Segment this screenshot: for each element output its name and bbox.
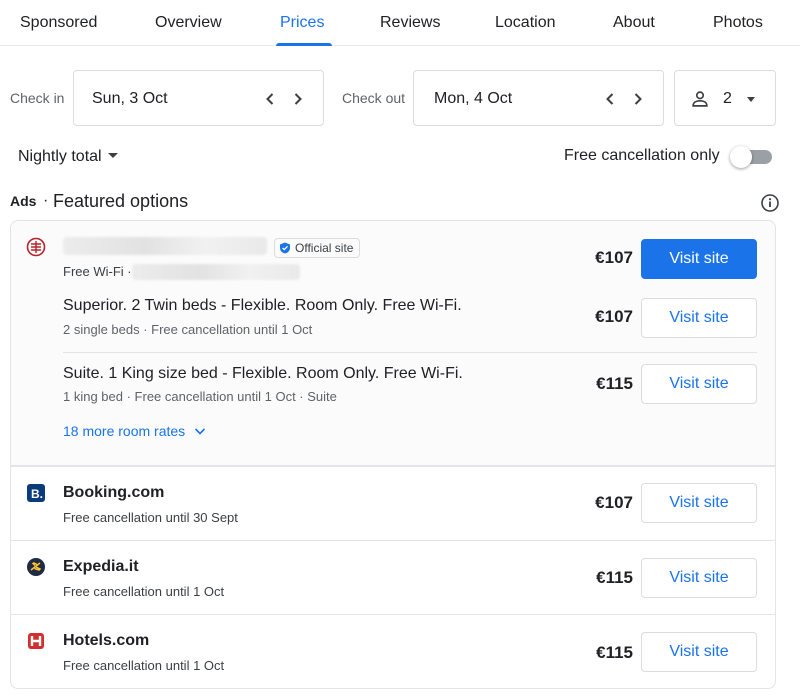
wifi-label: Free Wi-Fi · (63, 264, 132, 279)
tab-reviews[interactable]: Reviews (380, 14, 440, 32)
tab-location[interactable]: Location (495, 14, 556, 32)
provider-price: €115 (596, 568, 633, 587)
room-price: €107 (595, 307, 633, 326)
more-room-rates-label: 18 more room rates (63, 423, 186, 439)
provider-price: €107 (595, 493, 633, 512)
provider-name: Hotels.com (63, 632, 150, 649)
guest-count: 2 (723, 90, 732, 107)
room-title: Suite. 1 King size bed - Flexible. Room … (63, 365, 463, 382)
toggle-knob (730, 146, 752, 168)
hotel-brand-logo-icon (26, 237, 46, 257)
provider-price: €115 (596, 643, 633, 662)
expedia-logo-icon (27, 558, 45, 576)
visit-site-button[interactable]: Visit site (641, 364, 757, 404)
amenities-redacted (132, 264, 300, 280)
visit-site-button[interactable]: Visit site (641, 239, 757, 279)
room-title: Superior. 2 Twin beds - Flexible. Room O… (63, 297, 462, 314)
provider-details: Free cancellation until 30 Sept (63, 510, 238, 525)
provider-details: Free cancellation until 1 Oct (63, 584, 225, 599)
check-out-label: Check out (342, 90, 406, 106)
guests-selector[interactable]: 2 (674, 70, 776, 126)
more-room-rates-link[interactable]: 18 more room rates (63, 423, 207, 439)
chevron-right-icon[interactable] (626, 87, 650, 111)
separator-dot: · (43, 192, 49, 209)
caret-down-icon (747, 97, 755, 102)
check-in-value: Sun, 3 Oct (92, 90, 168, 107)
provider-details: Free cancellation until 1 Oct (63, 658, 225, 673)
person-icon (692, 91, 708, 107)
booking-logo-icon: B. (27, 484, 45, 502)
hotels-logo-icon (28, 633, 44, 649)
featured-options-title: Featured options (53, 191, 189, 211)
visit-site-button[interactable]: Visit site (641, 483, 757, 523)
visit-site-button[interactable]: Visit site (641, 632, 757, 672)
ads-label: Ads (10, 193, 37, 209)
nightly-total-label: Nightly total (18, 148, 102, 165)
official-site-label: Official site (295, 241, 354, 255)
visit-site-button[interactable]: Visit site (641, 298, 757, 338)
info-icon[interactable] (760, 193, 780, 213)
provider-name: Expedia.it (63, 558, 139, 575)
nightly-total-dropdown[interactable]: Nightly total (18, 148, 118, 166)
room-price: €115 (596, 374, 633, 393)
tab-photos[interactable]: Photos (713, 14, 763, 32)
room-details: 1 king bed · Free cancellation until 1 O… (63, 389, 337, 404)
chevron-right-icon[interactable] (286, 87, 310, 111)
chevron-left-icon[interactable] (598, 87, 622, 111)
tab-sponsored[interactable]: Sponsored (20, 14, 97, 32)
free-cancellation-toggle[interactable] (730, 146, 772, 168)
featured-price: €107 (595, 248, 633, 267)
check-out-value: Mon, 4 Oct (434, 90, 513, 107)
official-site-badge: Official site (274, 238, 361, 258)
svg-text:B.: B. (31, 487, 43, 501)
room-divider (63, 352, 757, 353)
shield-check-icon (280, 242, 290, 254)
check-in-field[interactable]: Sun, 3 Oct (73, 70, 324, 126)
tab-bar: Sponsored Overview Prices Reviews Locati… (0, 0, 800, 46)
visit-site-button[interactable]: Visit site (641, 558, 757, 598)
room-details: 2 single beds · Free cancellation until … (63, 322, 313, 337)
check-in-label: Check in (10, 90, 65, 106)
tab-overview[interactable]: Overview (155, 14, 222, 32)
hotel-name-redacted (63, 237, 267, 255)
check-out-field[interactable]: Mon, 4 Oct (413, 70, 664, 126)
chevron-left-icon[interactable] (258, 87, 282, 111)
caret-down-icon (107, 153, 118, 158)
active-tab-indicator (276, 43, 332, 46)
tab-about[interactable]: About (613, 14, 655, 32)
tab-prices[interactable]: Prices (280, 14, 324, 32)
provider-name: Booking.com (63, 484, 165, 501)
chevron-down-icon (194, 428, 206, 435)
free-cancellation-label: Free cancellation only (564, 147, 720, 164)
